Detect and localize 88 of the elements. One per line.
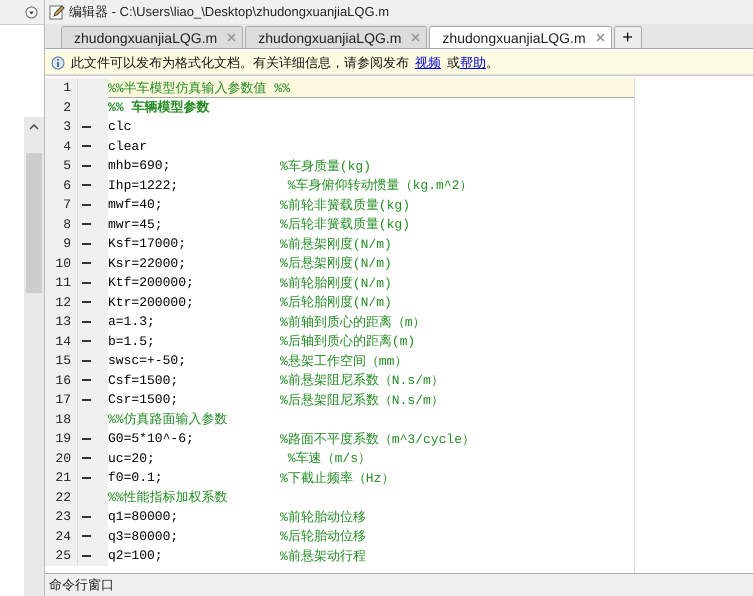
line-number: 25: [45, 546, 78, 566]
line-number: 11: [45, 273, 78, 292]
info-message: 或: [447, 54, 460, 72]
code-comment: %前轮胎动位移: [280, 508, 367, 526]
code-comment: %前轮胎刚度(N/m): [280, 274, 393, 292]
code-comment: %前悬架刚度(N/m): [280, 236, 393, 254]
code-comment: %悬架工作空间（mm）: [280, 352, 408, 370]
code-comment: %前轮非簧载质量(kg): [280, 196, 412, 214]
code-text: Csr=1500;: [108, 391, 180, 410]
line-number: 12: [45, 292, 78, 312]
line-number: 5: [45, 156, 78, 176]
line-number: 15: [45, 351, 78, 370]
code-comment: %后轴到质心的距离(m): [280, 333, 416, 351]
code-comment: %前悬架阻尼系数（N.s/m）: [280, 372, 445, 390]
line-number: 21: [45, 468, 78, 488]
code-comment: %前悬架动行程: [280, 548, 367, 566]
code-comment: %前轴到质心的距离（m）: [280, 314, 427, 332]
line-number: 4: [45, 136, 78, 156]
line-number: 22: [45, 488, 78, 507]
line-number: 7: [45, 195, 78, 214]
line-number: 1: [45, 78, 78, 98]
line-number: 20: [45, 448, 78, 468]
line-number: 14: [45, 332, 78, 351]
scroll-up-icon[interactable]: [29, 123, 39, 131]
section-comment: %%仿真路面输入参数: [108, 411, 229, 429]
line-number: 13: [45, 312, 78, 332]
line-number: 2: [45, 98, 78, 117]
line-number: 23: [45, 507, 78, 526]
add-tab-button[interactable]: +: [614, 26, 642, 48]
code-text: G0=5*10^-6;: [108, 430, 195, 448]
code-text: a=1.3;: [108, 313, 156, 332]
line-number: 3: [45, 117, 78, 136]
code-text: clc: [108, 118, 132, 136]
dropdown-icon[interactable]: [25, 6, 38, 18]
file-tab[interactable]: zhudongxuanjiaLQG.m: [245, 26, 428, 48]
code-comment: %路面不平度系数（m^3/cycle）: [280, 430, 476, 448]
line-number: 17: [45, 390, 78, 410]
info-icon: [51, 56, 65, 70]
line-number: 9: [45, 234, 78, 254]
panel-title: 命令行窗口: [49, 576, 114, 594]
code-text: Ktf=200000;: [108, 274, 195, 292]
code-text: mwr=45;: [108, 216, 164, 234]
code-comment: %下截止频率（Hz）: [280, 470, 396, 488]
line-number: 16: [45, 370, 78, 390]
code-comment: %车身俯仰转动惯量（kg.m^2）: [286, 177, 474, 195]
code-comment: %后轮非簧载质量(kg): [280, 216, 412, 234]
file-tab[interactable]: zhudongxuanjiaLQG.m: [429, 26, 612, 48]
code-comment: %后轮胎刚度(N/m): [280, 294, 393, 312]
video-link[interactable]: 视频: [415, 54, 441, 72]
breakpoint-gutter[interactable]: [78, 546, 108, 566]
code-text: clear: [108, 138, 148, 156]
code-text: f0=0.1;: [108, 469, 164, 488]
code-text: Ksf=17000;: [108, 235, 188, 254]
pencil-icon: [49, 4, 65, 20]
line-number: 8: [45, 214, 78, 234]
code-text: b=1.5;: [108, 332, 156, 351]
close-icon[interactable]: [596, 33, 605, 42]
section-comment: %% 车辆模型参数: [108, 98, 210, 117]
code-text: q1=80000;: [108, 508, 180, 526]
code-text: Ksr=22000;: [108, 254, 188, 273]
code-text: q3=80000;: [108, 528, 180, 546]
code-text: swsc=+-50;: [108, 352, 188, 370]
code-text: q2=100;: [108, 547, 164, 566]
scrollbar-thumb[interactable]: [26, 153, 42, 293]
file-tab[interactable]: zhudongxuanjiaLQG.m: [61, 26, 244, 48]
code-comment: %后悬架刚度(N/m): [280, 255, 393, 273]
line-number: 10: [45, 254, 78, 273]
scrollbar[interactable]: [24, 117, 44, 596]
line-number: 19: [45, 429, 78, 448]
code-text: Ihp=1222;: [108, 176, 180, 195]
code-text: uc=20;: [108, 450, 156, 468]
code-text: mhb=690;: [108, 157, 172, 176]
line-number: 18: [45, 410, 78, 429]
info-message: 。: [486, 54, 499, 72]
window-title: 编辑器 - C:\Users\liao_\Desktop\zhudongxuanjiaLQG.m: [69, 3, 390, 21]
code-comment: %车身质量(kg): [280, 158, 372, 176]
code-text: Csf=1500;: [108, 372, 180, 390]
code-text: Ktr=200000;: [108, 294, 195, 312]
code-text: mwf=40;: [108, 196, 164, 214]
code-comment: %后悬架阻尼系数（N.s/m）: [280, 392, 445, 410]
code-comment: %车速（m/s）: [286, 450, 372, 468]
section-comment: %%半车模型仿真输入参数值 %%: [108, 78, 634, 98]
line-number: 6: [45, 176, 78, 195]
info-message: 此文件可以发布为格式化文档。有关详细信息，请参阅发布: [71, 54, 409, 72]
section-comment: %%性能指标加权系数: [108, 489, 229, 507]
line-number: 24: [45, 526, 78, 546]
help-link[interactable]: 帮助: [460, 54, 486, 72]
code-comment: %后轮胎动位移: [280, 528, 367, 546]
